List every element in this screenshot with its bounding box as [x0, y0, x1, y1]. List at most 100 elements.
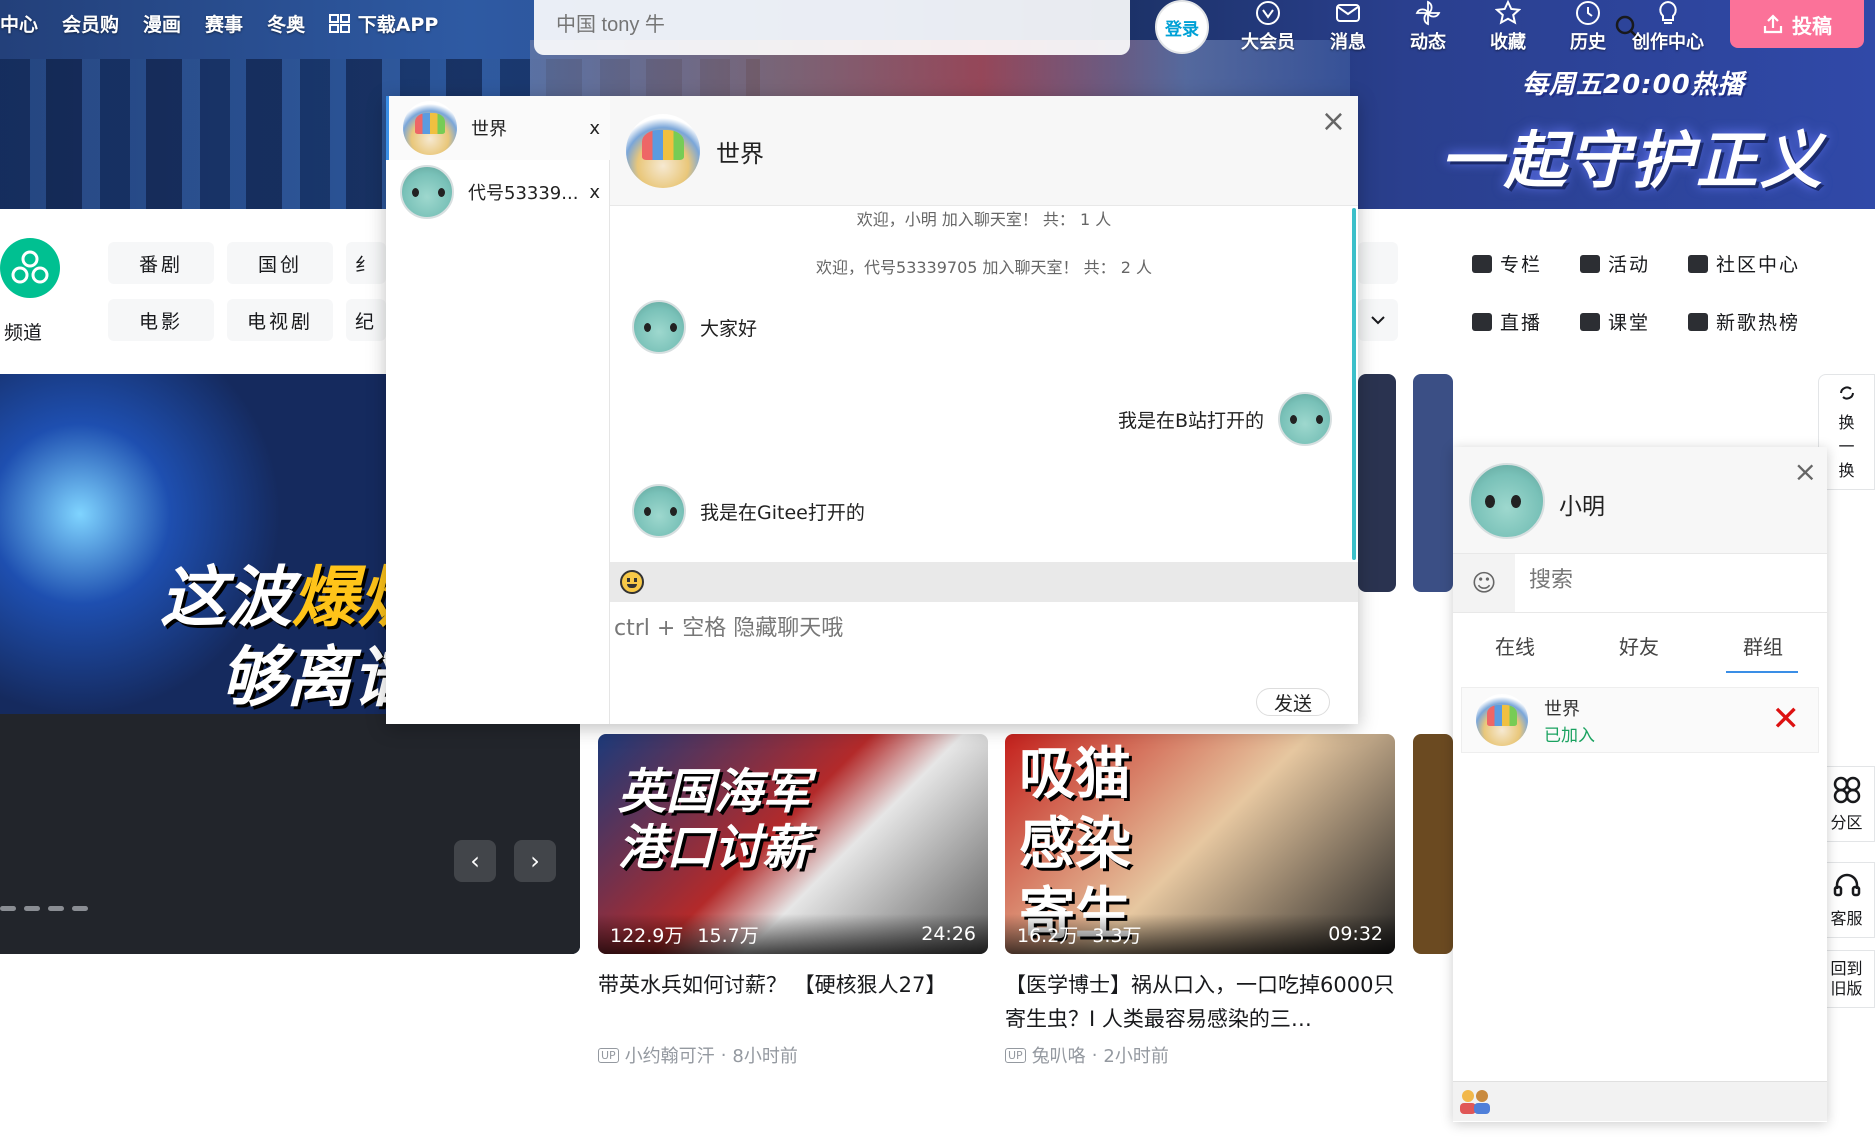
chip-partial-2[interactable]: 纪	[346, 299, 386, 341]
tab-online[interactable]: 在线	[1495, 631, 1535, 660]
grid-icon	[329, 14, 351, 33]
tab-friends[interactable]: 好友	[1619, 631, 1659, 660]
tab-groups[interactable]: 群组	[1743, 631, 1783, 660]
dot[interactable]	[72, 906, 88, 911]
chip-tv[interactable]: 电视剧	[227, 299, 333, 341]
chip-anime[interactable]: 番剧	[108, 242, 214, 284]
column-icon	[1472, 254, 1492, 273]
views-2: 16.2万	[1017, 924, 1079, 947]
nav-left: 中心 会员购 漫画 赛事 冬奥 下载APP	[0, 10, 438, 37]
link-live[interactable]: 直播	[1472, 308, 1542, 335]
refresh-icon	[1839, 386, 1854, 400]
users-icon[interactable]	[1457, 1088, 1495, 1116]
video-author-2[interactable]: 兔叭咯	[1032, 1042, 1086, 1068]
dot[interactable]	[48, 906, 64, 911]
video-title-1[interactable]: 带英水兵如何讨薪？ 【硬核狠人27】	[598, 968, 988, 1002]
login-button[interactable]: 登录	[1155, 0, 1209, 54]
session-user-name: 代号53339...	[468, 183, 579, 204]
nav-link-manga[interactable]: 漫画	[143, 10, 181, 37]
nav-creator-label: 创作中心	[1632, 32, 1704, 53]
group-item-world[interactable]: 世界 已加入 ✕	[1461, 687, 1819, 753]
chip-partial-1[interactable]: 纟	[346, 242, 386, 284]
nav-favorite[interactable]: 收藏	[1468, 0, 1548, 54]
search-input[interactable]	[556, 14, 1056, 37]
chat-window[interactable]: 世界 x 代号53339... x 世界 × 欢迎，小明 加入聊天室！ 共： 1…	[386, 96, 1358, 724]
chip-guochuang[interactable]: 国创	[227, 242, 333, 284]
nav-vip[interactable]: 大会员	[1228, 0, 1308, 54]
dot[interactable]	[0, 906, 16, 911]
nav-link-download[interactable]: 下载APP	[329, 10, 438, 37]
nav-link-match[interactable]: 赛事	[205, 10, 243, 37]
nav-message[interactable]: 消息	[1308, 0, 1388, 54]
contacts-search-input[interactable]	[1529, 568, 1809, 593]
nav-creator[interactable]: 创作中心	[1628, 0, 1708, 54]
chat-main: 世界 × 欢迎，小明 加入聊天室！ 共： 1 人 欢迎，代号53339705 加…	[610, 96, 1358, 724]
video-thumb-2[interactable]: 吸猫感染寄生虫 16.2万 3.3万 09:32	[1005, 734, 1395, 954]
session-user-close[interactable]: x	[589, 182, 600, 203]
video-stats-2: 16.2万 3.3万 09:32	[1005, 914, 1395, 954]
nav-link-center[interactable]: 中心	[0, 10, 38, 37]
nav-link-shop[interactable]: 会员购	[62, 10, 119, 37]
video-title-2[interactable]: 【医学博士】祸从口入，一口吃掉6000只寄生虫？I 人类最容易感染的三…	[1005, 968, 1395, 1036]
link-class[interactable]: 课堂	[1580, 308, 1650, 335]
nav-link-winter[interactable]: 冬奥	[267, 10, 305, 37]
video-thumb-partial-2[interactable]	[1413, 374, 1453, 592]
link-community[interactable]: 社区中心	[1688, 250, 1800, 277]
chat-scrollbar[interactable]	[1352, 208, 1356, 560]
video-thumb-partial-1[interactable]	[1358, 374, 1396, 592]
contacts-footer	[1453, 1081, 1827, 1121]
video-thumb-1[interactable]: 英国海军港口讨薪 122.9万 15.7万 24:26	[598, 734, 988, 954]
chip-more[interactable]	[1358, 299, 1398, 341]
video-author-1[interactable]: 小约翰可汗	[625, 1042, 715, 1068]
up-icon: UP	[1005, 1047, 1026, 1063]
session-world[interactable]: 世界 x	[386, 96, 610, 160]
channel-label: 频道	[4, 322, 43, 344]
video-thumb-partial-3[interactable]	[1413, 734, 1453, 954]
chat-input[interactable]	[610, 602, 1358, 724]
nav-dynamic[interactable]: 动态	[1388, 0, 1468, 54]
my-avatar[interactable]	[1469, 463, 1545, 539]
session-user[interactable]: 代号53339... x	[386, 160, 610, 224]
class-icon	[1580, 312, 1600, 331]
chat-message-right: 我是在B站打开的	[1118, 392, 1332, 446]
link-activity-label: 活动	[1608, 254, 1651, 276]
user-avatar	[400, 165, 454, 219]
video-time-1: 8小时前	[732, 1046, 798, 1067]
video-time-2: 2小时前	[1103, 1046, 1169, 1067]
session-world-close[interactable]: x	[589, 118, 600, 139]
chat-message-left: 我是在Gitee打开的	[632, 484, 865, 538]
chip-hidden-right[interactable]	[1358, 242, 1398, 284]
channel-icon	[11, 250, 49, 284]
bulb-icon	[1659, 0, 1677, 24]
nav-history-label: 历史	[1570, 32, 1606, 53]
dot[interactable]	[24, 906, 40, 911]
nav-history[interactable]: 历史	[1548, 0, 1628, 54]
link-column[interactable]: 专栏	[1472, 250, 1542, 277]
upload-icon	[1763, 14, 1783, 34]
contacts-panel[interactable]: 小明 × ☺ 在线 好友 群组 世界 已加入 ✕	[1453, 447, 1827, 1122]
smile-icon[interactable]: ☺	[1453, 554, 1515, 612]
link-class-label: 课堂	[1608, 312, 1651, 334]
download-label: 下载APP	[357, 14, 439, 36]
sender-avatar[interactable]	[632, 484, 686, 538]
carousel-prev-button[interactable]: ‹	[454, 840, 496, 882]
link-activity[interactable]: 活动	[1580, 250, 1650, 277]
chat-close-button[interactable]: ×	[1321, 104, 1346, 139]
chip-movie[interactable]: 电影	[108, 299, 214, 341]
chat-messages[interactable]: 欢迎，小明 加入聊天室！ 共： 1 人 欢迎，代号53339705 加入聊天室！…	[610, 206, 1358, 562]
contacts-close-button[interactable]: ×	[1794, 455, 1817, 488]
sender-avatar[interactable]	[632, 300, 686, 354]
channel-button[interactable]	[0, 238, 60, 298]
nav-message-label: 消息	[1330, 32, 1366, 53]
chat-title: 世界	[716, 140, 764, 168]
link-music[interactable]: 新歌热榜	[1688, 308, 1800, 335]
emoji-icon[interactable]	[620, 570, 644, 594]
leave-group-close-icon[interactable]: ✕	[1772, 702, 1801, 736]
carousel-next-button[interactable]: ›	[514, 840, 556, 882]
group-status: 已加入	[1544, 725, 1595, 746]
send-button[interactable]: 发送	[1256, 688, 1330, 716]
upload-button[interactable]: 投稿	[1730, 0, 1864, 48]
banner-subtitle: 每周五20:00热播	[1522, 70, 1745, 100]
duration-2: 09:32	[1328, 923, 1383, 945]
sender-avatar[interactable]	[1278, 392, 1332, 446]
